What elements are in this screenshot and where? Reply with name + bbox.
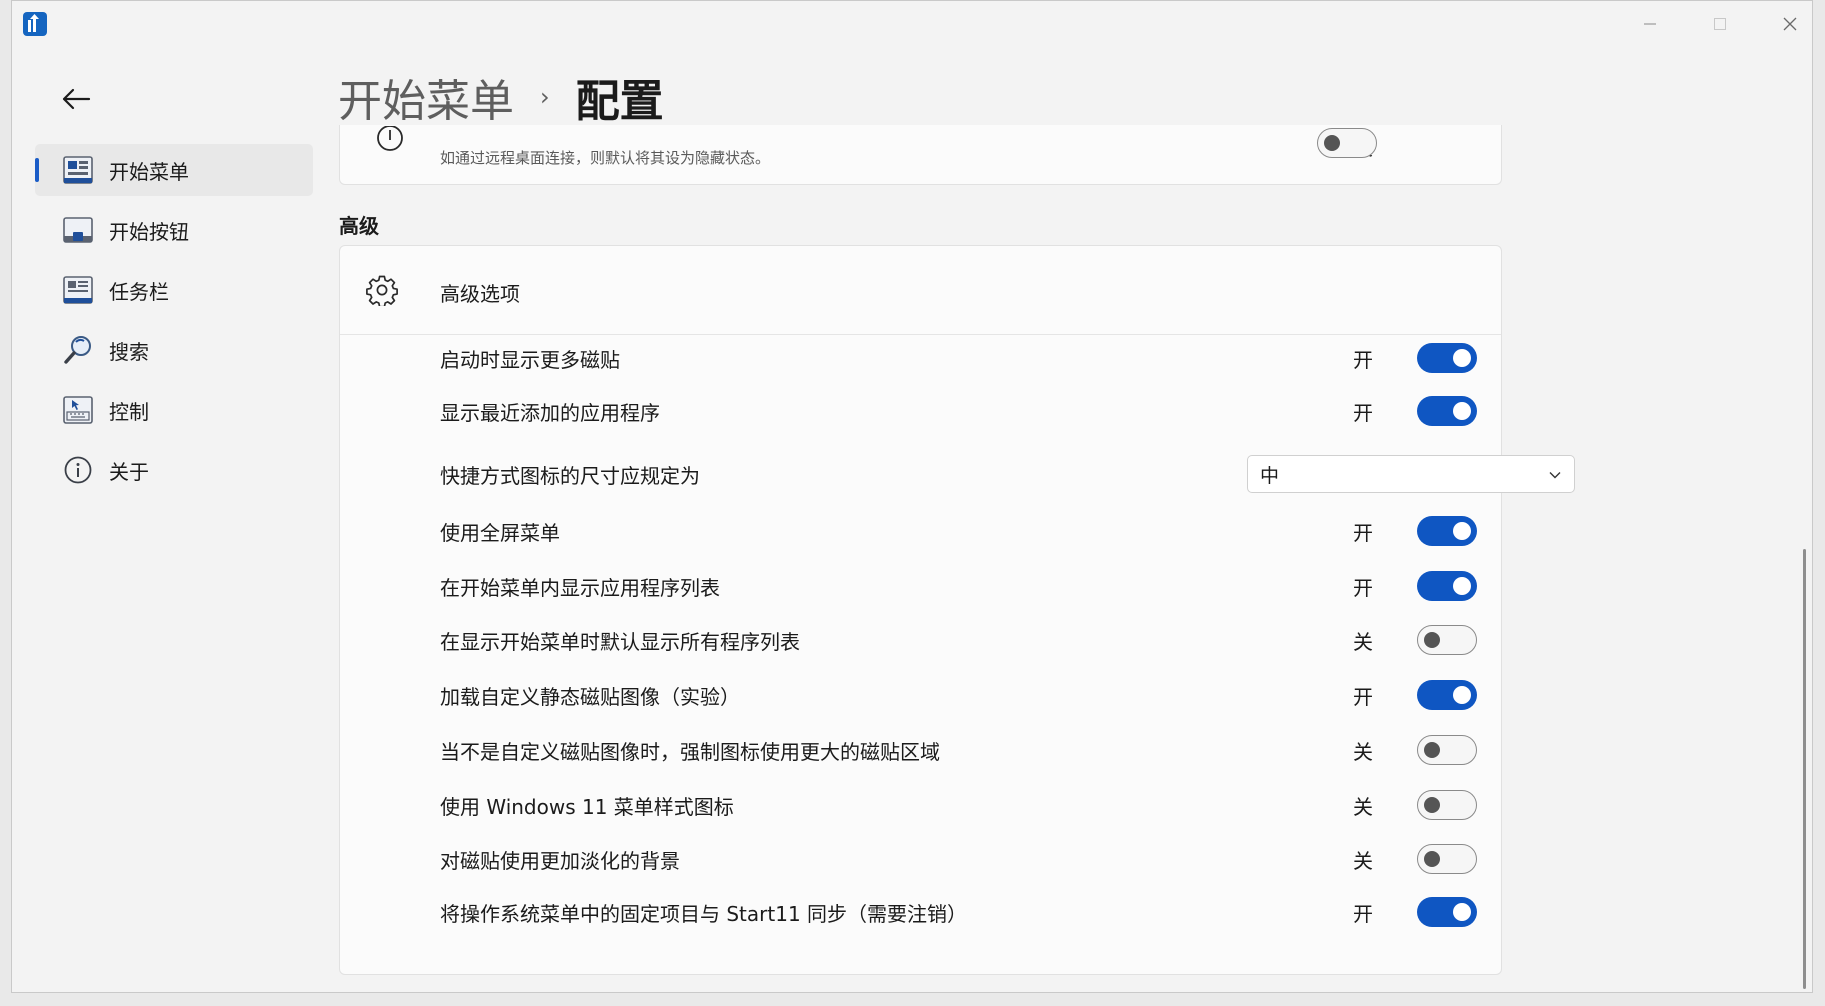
sidebar-item-search[interactable]: 搜索	[35, 324, 313, 376]
toggle-state-label: 开	[1353, 684, 1373, 709]
toggle-state-label: 开	[1353, 400, 1373, 425]
toggle-switch[interactable]	[1317, 128, 1377, 158]
minimize-icon	[1644, 23, 1656, 25]
toggle-state-label: 开	[1353, 901, 1373, 926]
sidebar-item-label: 关于	[109, 459, 149, 484]
app-logo-icon	[23, 12, 47, 36]
maximize-icon	[1714, 18, 1726, 30]
minimize-button[interactable]	[1626, 9, 1674, 39]
setting-label: 显示最近添加的应用程序	[440, 400, 660, 425]
toggle-state-label: 关	[1353, 794, 1373, 819]
toggle-switch[interactable]	[1417, 844, 1477, 874]
toggle-switch[interactable]	[1417, 625, 1477, 655]
control-icon	[61, 393, 95, 427]
icon-size-dropdown[interactable]: 中	[1247, 455, 1575, 493]
sidebar-item-label: 开始菜单	[109, 159, 189, 184]
setting-label: 快捷方式图标的尺寸应规定为	[440, 463, 700, 488]
toggle-state-label: 关	[1353, 739, 1373, 764]
setting-row: 使用全屏菜单 开	[440, 511, 1480, 551]
breadcrumb-separator-icon: ›	[540, 83, 550, 111]
dropdown-value: 中	[1260, 464, 1280, 487]
info-icon	[61, 453, 95, 487]
setting-row: 将操作系统菜单中的固定项目与 Start11 同步（需要注销） 开	[440, 892, 1480, 932]
setting-row: 在显示开始菜单时默认显示所有程序列表 关	[440, 620, 1480, 660]
sidebar-item-label: 任务栏	[109, 279, 169, 304]
toggle-state-label: 关	[1353, 848, 1373, 873]
advanced-options-header[interactable]: 高级选项	[340, 246, 1501, 335]
breadcrumb: 开始菜单 › 配置	[338, 65, 664, 129]
gear-icon	[366, 275, 398, 306]
power-icon	[377, 126, 403, 151]
toggle-switch[interactable]	[1417, 396, 1477, 426]
setting-label: 对磁贴使用更加淡化的背景	[440, 848, 680, 873]
setting-row: 显示最近添加的应用程序 开	[440, 391, 1480, 431]
sidebar-nav: 开始菜单 开始按钮 任务栏 搜索 控制 关于	[35, 144, 313, 504]
toggle-state-label: 开	[1353, 575, 1373, 600]
toggle-switch[interactable]	[1417, 343, 1477, 373]
close-icon	[1783, 17, 1797, 31]
setting-label: 将操作系统菜单中的固定项目与 Start11 同步（需要注销）	[440, 901, 968, 926]
setting-label: 在开始菜单内显示应用程序列表	[440, 575, 720, 600]
sidebar-item-about[interactable]: 关于	[35, 444, 313, 496]
search-icon	[61, 333, 95, 367]
setting-row: 使用 Windows 11 菜单样式图标 关	[440, 785, 1480, 825]
app-window: 开始菜单 开始按钮 任务栏 搜索 控制 关于 如通过远程桌面连接，则默认将其设为…	[11, 0, 1813, 993]
setting-label: 加载自定义静态磁贴图像（实验）	[440, 684, 740, 709]
setting-row: 启动时显示更多磁贴 开	[440, 338, 1480, 378]
start-menu-icon	[61, 153, 95, 187]
toggle-switch[interactable]	[1417, 790, 1477, 820]
setting-row: 当不是自定义磁贴图像时，强制图标使用更大的磁贴区域 关	[440, 730, 1480, 770]
setting-description: 如通过远程桌面连接，则默认将其设为隐藏状态。	[440, 149, 771, 167]
chevron-down-icon	[1549, 472, 1561, 479]
toggle-switch[interactable]	[1417, 680, 1477, 710]
setting-row: 在开始菜单内显示应用程序列表 开	[440, 566, 1480, 606]
sidebar-item-label: 开始按钮	[109, 219, 189, 244]
breadcrumb-root[interactable]: 开始菜单	[338, 65, 514, 129]
advanced-options-card: 高级选项 启动时显示更多磁贴 开 显示最近添加的应用程序 开 快捷方式图标的尺寸…	[339, 245, 1575, 975]
toggle-switch[interactable]	[1417, 516, 1477, 546]
sidebar-item-label: 搜索	[109, 339, 149, 364]
back-arrow-icon	[62, 88, 91, 110]
setting-row: 加载自定义静态磁贴图像（实验） 开	[440, 675, 1480, 715]
advanced-options-title: 高级选项	[440, 282, 520, 306]
section-heading: 高级	[339, 214, 379, 238]
setting-row: 对磁贴使用更加淡化的背景 关	[440, 839, 1480, 879]
taskbar-icon	[61, 273, 95, 307]
sidebar-item-start-menu[interactable]: 开始菜单	[35, 144, 313, 196]
toggle-state-label: 开	[1353, 347, 1373, 372]
setting-label: 启动时显示更多磁贴	[440, 347, 620, 372]
selection-indicator	[35, 158, 39, 182]
setting-label: 在显示开始菜单时默认显示所有程序列表	[440, 629, 800, 654]
toggle-switch[interactable]	[1417, 571, 1477, 601]
toggle-switch[interactable]	[1417, 897, 1477, 927]
toggle-switch[interactable]	[1417, 735, 1477, 765]
sidebar-item-control[interactable]: 控制	[35, 384, 313, 436]
start-button-icon	[61, 213, 95, 247]
sidebar-item-start-button[interactable]: 开始按钮	[35, 204, 313, 256]
setting-label: 当不是自定义磁贴图像时，强制图标使用更大的磁贴区域	[440, 739, 940, 764]
sidebar-item-taskbar[interactable]: 任务栏	[35, 264, 313, 316]
back-button[interactable]	[48, 77, 104, 121]
close-button[interactable]	[1766, 9, 1812, 39]
page-title: 配置	[575, 76, 664, 127]
maximize-button[interactable]	[1696, 9, 1744, 39]
setting-label: 使用 Windows 11 菜单样式图标	[440, 794, 734, 819]
sidebar-item-label: 控制	[109, 399, 149, 424]
setting-row: 快捷方式图标的尺寸应规定为 中	[440, 454, 1575, 494]
setting-label: 使用全屏菜单	[440, 520, 560, 545]
toggle-state-label: 关	[1353, 629, 1373, 654]
toggle-state-label: 开	[1353, 520, 1373, 545]
vertical-scrollbar[interactable]	[1803, 549, 1806, 989]
